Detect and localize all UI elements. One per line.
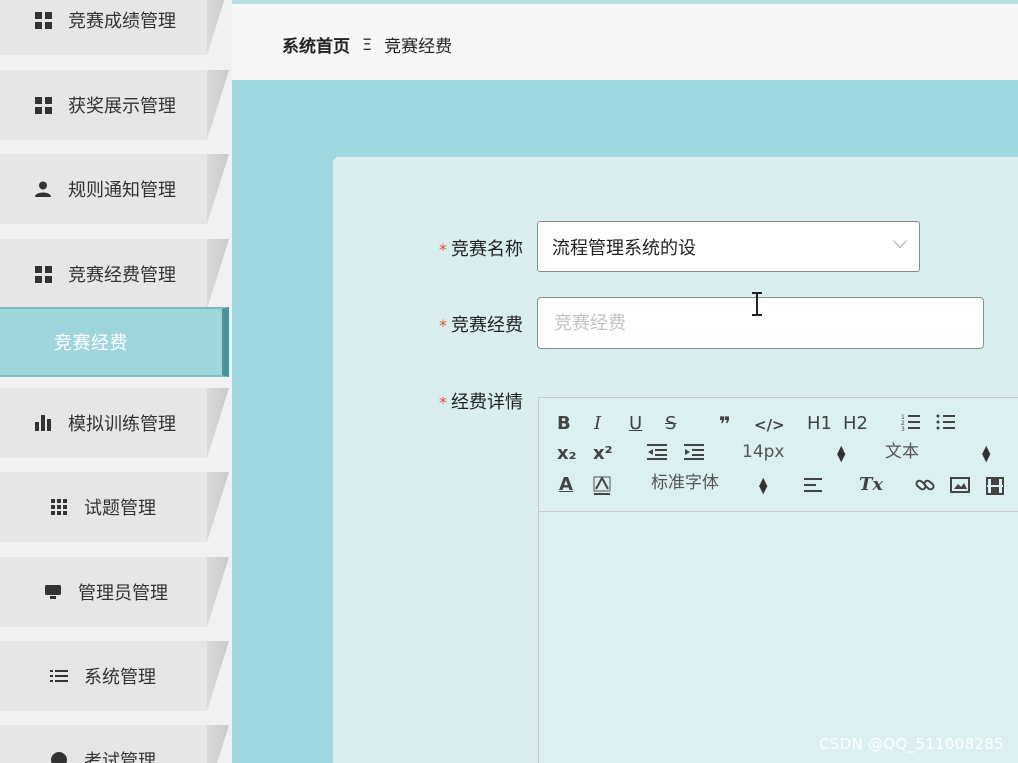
- header-format-updown-icon[interactable]: ▲ ▼: [982, 444, 990, 463]
- breadcrumb-separator-icon: Ξ: [362, 35, 373, 54]
- header-1-button[interactable]: H1: [807, 414, 832, 434]
- font-family-select[interactable]: 标准字体: [651, 473, 719, 493]
- sidebar-item-label: 试题管理: [84, 498, 156, 519]
- sidebar-item-fee-management[interactable]: 竞赛经费管理: [0, 239, 230, 309]
- sidebar-item-rules-notice[interactable]: 规则通知管理: [0, 154, 230, 224]
- strike-button[interactable]: S: [665, 414, 676, 434]
- sidebar-item-question-management[interactable]: 试题管理: [0, 472, 230, 542]
- grid-icon: [34, 11, 52, 29]
- bold-button[interactable]: B: [557, 414, 571, 434]
- grid-icon: [34, 96, 52, 114]
- sidebar-item-competition-score[interactable]: 竞赛成绩管理: [0, 0, 230, 55]
- sidebar-item-simulation-training[interactable]: 模拟训练管理: [0, 388, 230, 458]
- sidebar-item-label: 获奖展示管理: [68, 96, 176, 117]
- grid-icon: [34, 265, 52, 283]
- competition-name-label: * 竞赛名称: [439, 235, 523, 261]
- fee-detail-label: * 经费详情: [439, 388, 523, 414]
- pie-icon: [50, 751, 68, 763]
- top-header: 系统首页 Ξ 竞赛经费: [232, 0, 1018, 80]
- competition-fee-label: * 竞赛经费: [439, 311, 523, 337]
- watermark: CSDN @QQ_511008285: [819, 735, 1004, 753]
- sidebar-item-label: 规则通知管理: [68, 180, 176, 201]
- video-icon[interactable]: [986, 477, 1004, 500]
- chevron-down-icon: [892, 233, 908, 249]
- submenu-item-competition-fee[interactable]: 竞赛经费: [0, 307, 229, 377]
- svg-text:3: 3: [901, 426, 905, 432]
- sidebar-item-award-display[interactable]: 获奖展示管理: [0, 70, 230, 140]
- breadcrumb-home[interactable]: 系统首页: [282, 32, 350, 57]
- clean-format-button[interactable]: Tx: [859, 475, 883, 495]
- sidebar-item-admin-management[interactable]: 管理员管理: [0, 557, 230, 627]
- competition-fee-label-text: 竞赛经费: [451, 315, 523, 336]
- background-color-icon[interactable]: [593, 475, 611, 500]
- header-format-select[interactable]: 文本: [885, 442, 919, 462]
- sidebar-item-label: 系统管理: [84, 667, 156, 688]
- editor-toolbar: B I U S ❞ </> H1 H2 123 x₂ x² 14px ▲ ▼ 文本…: [539, 398, 1018, 512]
- indent-icon[interactable]: [684, 443, 704, 466]
- required-mark: *: [439, 240, 447, 259]
- link-icon[interactable]: [915, 476, 935, 499]
- required-mark: *: [439, 316, 447, 335]
- breadcrumb-current: 竞赛经费: [384, 37, 453, 57]
- align-icon[interactable]: [804, 477, 824, 498]
- submenu-item-label: 竞赛经费: [54, 333, 128, 354]
- competition-name-label-text: 竞赛名称: [451, 239, 523, 260]
- rich-text-editor: B I U S ❞ </> H1 H2 123 x₂ x² 14px ▲ ▼ 文本…: [538, 397, 1018, 763]
- image-icon[interactable]: [950, 477, 970, 498]
- subscript-button[interactable]: x₂: [557, 444, 577, 464]
- required-mark: *: [439, 393, 447, 412]
- fee-detail-label-text: 经费详情: [451, 392, 523, 413]
- bar-chart-icon: [34, 414, 52, 432]
- user-icon: [34, 180, 52, 198]
- blockquote-button[interactable]: ❞: [719, 414, 731, 434]
- sidebar-item-label: 模拟训练管理: [68, 414, 176, 435]
- font-family-updown-icon[interactable]: ▲ ▼: [759, 476, 767, 495]
- outdent-icon[interactable]: [647, 443, 667, 466]
- breadcrumb: 系统首页 Ξ 竞赛经费: [282, 32, 452, 57]
- underline-button[interactable]: U: [629, 414, 642, 434]
- list-icon: [50, 667, 68, 685]
- sidebar: 竞赛成绩管理 获奖展示管理 规则通知管理 竞赛经费管理 竞赛经费 模拟训练管理 …: [0, 0, 232, 763]
- sidebar-item-label: 管理员管理: [78, 583, 168, 604]
- grid-nine-icon: [50, 498, 68, 516]
- font-color-button[interactable]: A: [559, 475, 573, 495]
- superscript-button[interactable]: x²: [593, 444, 613, 464]
- sidebar-item-label: 竞赛成绩管理: [68, 11, 176, 32]
- font-size-updown-icon[interactable]: ▲ ▼: [837, 444, 845, 463]
- font-size-select[interactable]: 14px: [742, 442, 784, 462]
- competition-name-select[interactable]: 流程管理系统的设: [537, 221, 920, 272]
- sidebar-item-system-management[interactable]: 系统管理: [0, 641, 230, 711]
- header-2-button[interactable]: H2: [843, 414, 868, 434]
- bullet-list-icon[interactable]: [936, 412, 956, 437]
- ordered-list-icon[interactable]: 123: [901, 412, 921, 437]
- italic-button[interactable]: I: [594, 414, 601, 434]
- text-cursor-icon: [752, 292, 762, 318]
- competition-name-value: 流程管理系统的设: [552, 237, 696, 259]
- sidebar-item-label: 考试管理: [84, 751, 156, 763]
- sidebar-item-exam-management[interactable]: 考试管理: [0, 725, 230, 763]
- monitor-icon: [44, 583, 62, 601]
- sidebar-item-label: 竞赛经费管理: [68, 265, 176, 286]
- code-block-button[interactable]: </>: [754, 415, 785, 435]
